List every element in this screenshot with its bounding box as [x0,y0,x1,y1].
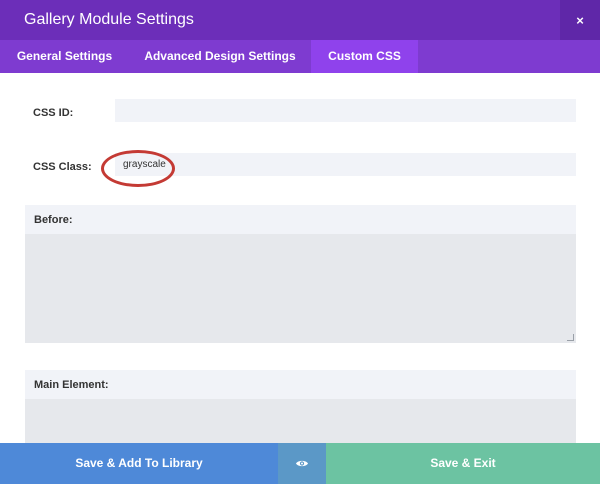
before-section: Before: [25,205,576,343]
modal-header: Gallery Module Settings × [0,0,600,40]
main-element-label: Main Element: [25,370,576,399]
tab-general-settings[interactable]: General Settings [0,40,129,73]
close-icon: × [576,12,584,28]
save-exit-button[interactable]: Save & Exit [326,443,600,484]
before-textarea[interactable] [25,234,576,343]
tab-bar: General Settings Advanced Design Setting… [0,40,600,73]
tab-custom-css[interactable]: Custom CSS [311,40,418,73]
preview-button[interactable] [278,443,326,484]
save-add-to-library-button[interactable]: Save & Add To Library [0,443,278,484]
main-element-textarea[interactable] [25,399,576,443]
css-class-label: CSS Class: [33,161,92,173]
css-id-input[interactable] [115,99,576,122]
settings-content: CSS ID: CSS Class: Before: Main Element: [0,73,600,443]
css-class-input[interactable] [115,153,576,176]
eye-icon [296,460,308,467]
before-label: Before: [25,205,576,234]
tab-advanced-design-settings[interactable]: Advanced Design Settings [129,40,311,73]
main-element-section: Main Element: [25,370,576,443]
resize-handle-icon[interactable] [567,334,574,341]
css-id-label: CSS ID: [33,107,74,119]
close-button[interactable]: × [560,0,600,40]
modal-footer: Save & Add To Library Save & Exit [0,443,600,484]
modal-title: Gallery Module Settings [24,11,194,28]
